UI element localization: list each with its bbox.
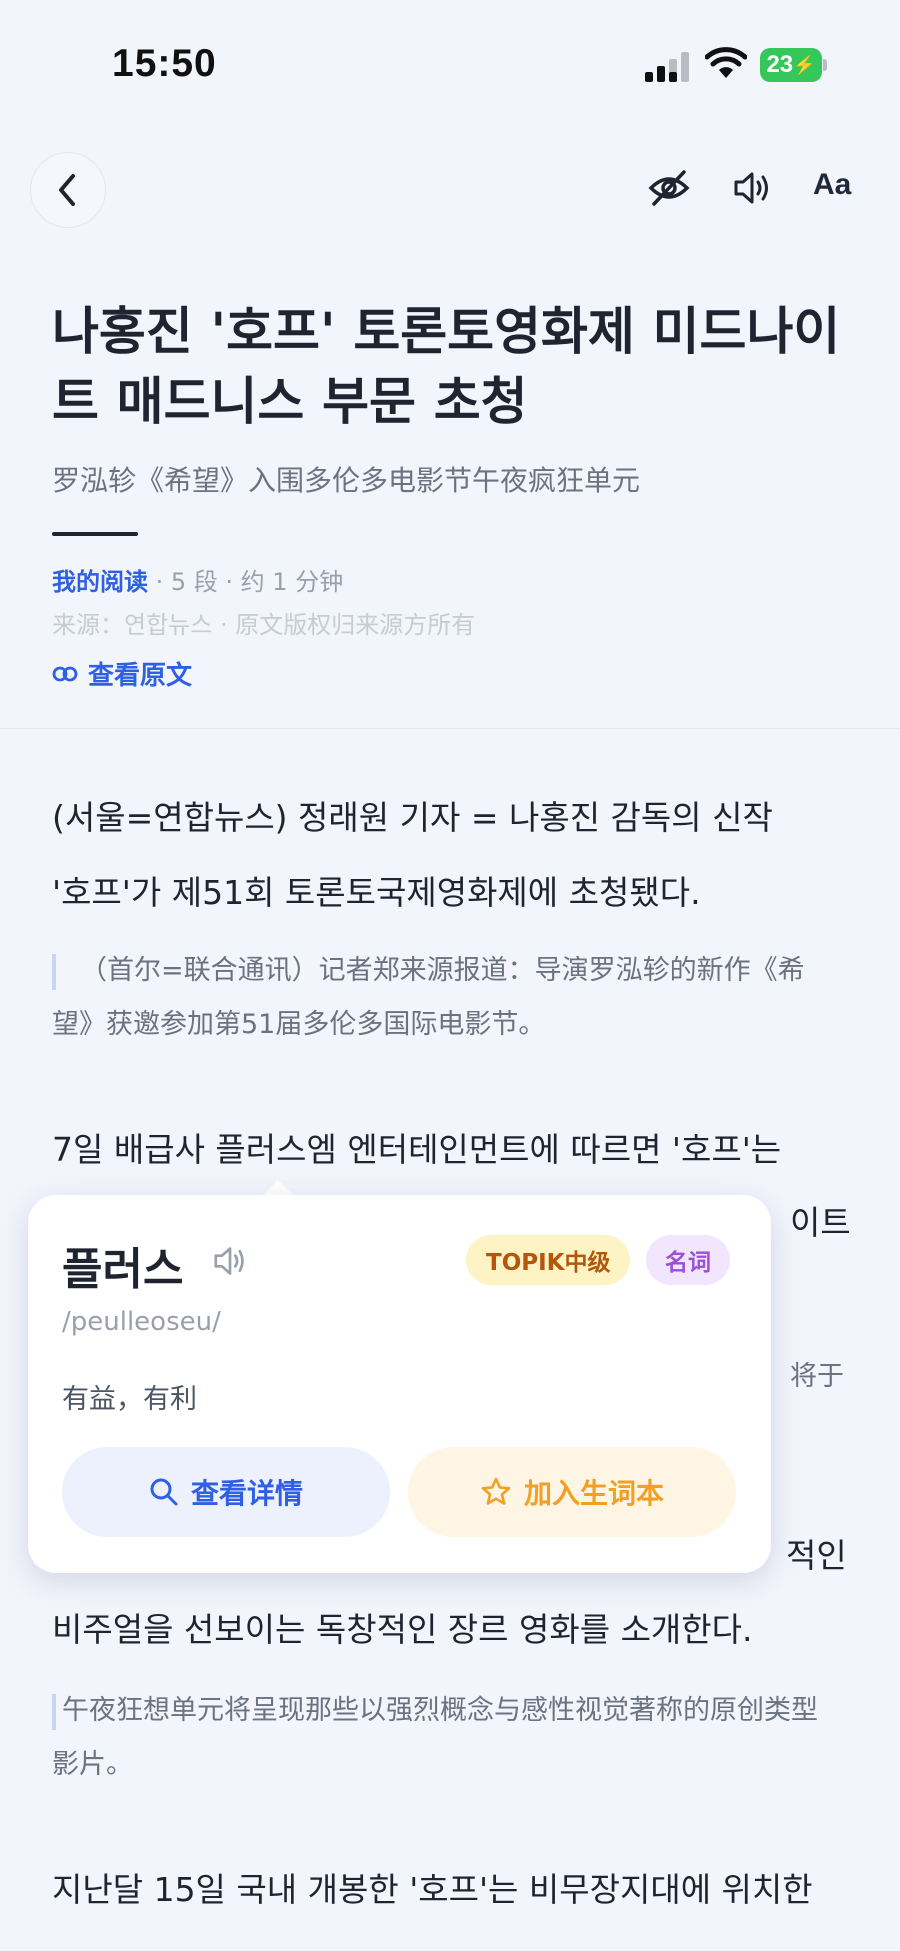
star-icon	[481, 1477, 511, 1505]
paragraph-ko[interactable]: (서울=연합뉴스) 정래원 기자 = 나홍진 감독의 신작 '호프'가 제51회…	[52, 780, 852, 930]
article-source: 来源：연합뉴스 · 原文版权归来源方所有	[52, 611, 476, 639]
translation-bar	[52, 1694, 56, 1730]
article-subtitle: 罗泓轸《希望》入围多伦多电影节午夜疯狂单元	[52, 464, 641, 497]
reading-stats: · 5 段 · 约 1 分钟	[148, 568, 344, 596]
pronounce-speaker-icon[interactable]	[212, 1245, 248, 1277]
top-nav: Aa	[0, 148, 900, 228]
ko-line[interactable]: 7일 배급사 플러스엠 엔터테인먼트에 따르면 '호프'는	[52, 1112, 852, 1187]
ko-line-tail[interactable]: 적인	[786, 1518, 866, 1593]
popup-word: 플러스	[62, 1244, 184, 1295]
view-original-link[interactable]: 查看原文	[52, 655, 192, 692]
chevron-left-icon	[59, 174, 75, 206]
view-details-button[interactable]: 查看详情	[62, 1447, 390, 1537]
wifi-icon	[705, 47, 747, 78]
back-button[interactable]	[30, 152, 106, 228]
paragraph-zh: 午夜狂想单元将呈现那些以强烈概念与感性视觉著称的原创类型影片。	[52, 1695, 818, 1780]
header-divider	[0, 728, 900, 729]
link-icon	[52, 666, 78, 681]
font-size-button[interactable]: Aa	[813, 168, 851, 202]
article-title: 나홍진 '호프' 토론토영화제 미드나이트 매드니스 부문 초청	[52, 303, 841, 432]
definition: 有益，有利	[62, 1384, 197, 1415]
paragraph-zh: （首尔=联合通讯）记者郑来源报道：导演罗泓轸的新作《希望》获邀参加第51届多伦多…	[52, 955, 805, 1040]
zh-line-tail: 将于	[790, 1361, 844, 1392]
ko-line[interactable]: (서울=연합뉴스) 정래원 기자 = 나홍진 감독의 신작	[52, 780, 852, 855]
article-meta: 我的阅读 · 5 段 · 约 1 分钟	[52, 562, 343, 597]
ko-line[interactable]: 비주얼을 선보이는 독창적인 장르 영화를 소개한다.	[52, 1592, 852, 1667]
ko-line-tail[interactable]: 이트	[790, 1185, 870, 1260]
title-divider	[52, 532, 138, 536]
charging-bolt-icon: ⚡	[793, 54, 816, 75]
my-reading-label: 我的阅读	[52, 568, 148, 596]
cellular-signal-icon	[645, 52, 689, 82]
popup-pointer	[262, 1180, 294, 1196]
view-details-label: 查看详情	[190, 1477, 303, 1510]
battery-level: 23	[766, 51, 794, 78]
view-original-label: 查看原文	[88, 661, 193, 691]
ko-line[interactable]: '호프'가 제51회 토론토국제영화제에 초청됐다.	[52, 855, 852, 930]
word-popup: 플러스 TOPIK中级 名词 /peulleoseu/ 有益，有利 查看详情 加…	[28, 1195, 771, 1573]
battery-indicator: 23 ⚡	[760, 48, 822, 82]
translation-bar	[52, 954, 56, 990]
part-of-speech-badge: 名词	[646, 1235, 730, 1285]
speaker-icon[interactable]	[732, 168, 772, 208]
status-bar: 15:50 23 ⚡	[0, 0, 900, 130]
topik-level-badge: TOPIK中级	[466, 1235, 631, 1285]
ko-line[interactable]: 지난달 15일 국내 개봉한 '호프'는 비무장지대에 위치한	[52, 1852, 872, 1927]
add-to-vocab-button[interactable]: 加入生词本	[408, 1447, 736, 1537]
add-to-vocab-label: 加入生词本	[523, 1477, 664, 1510]
battery-nub	[823, 59, 827, 71]
status-time: 15:50	[112, 42, 217, 85]
romanization: /peulleoseu/	[62, 1307, 221, 1337]
search-icon	[150, 1478, 178, 1506]
eye-off-icon[interactable]	[648, 168, 690, 208]
